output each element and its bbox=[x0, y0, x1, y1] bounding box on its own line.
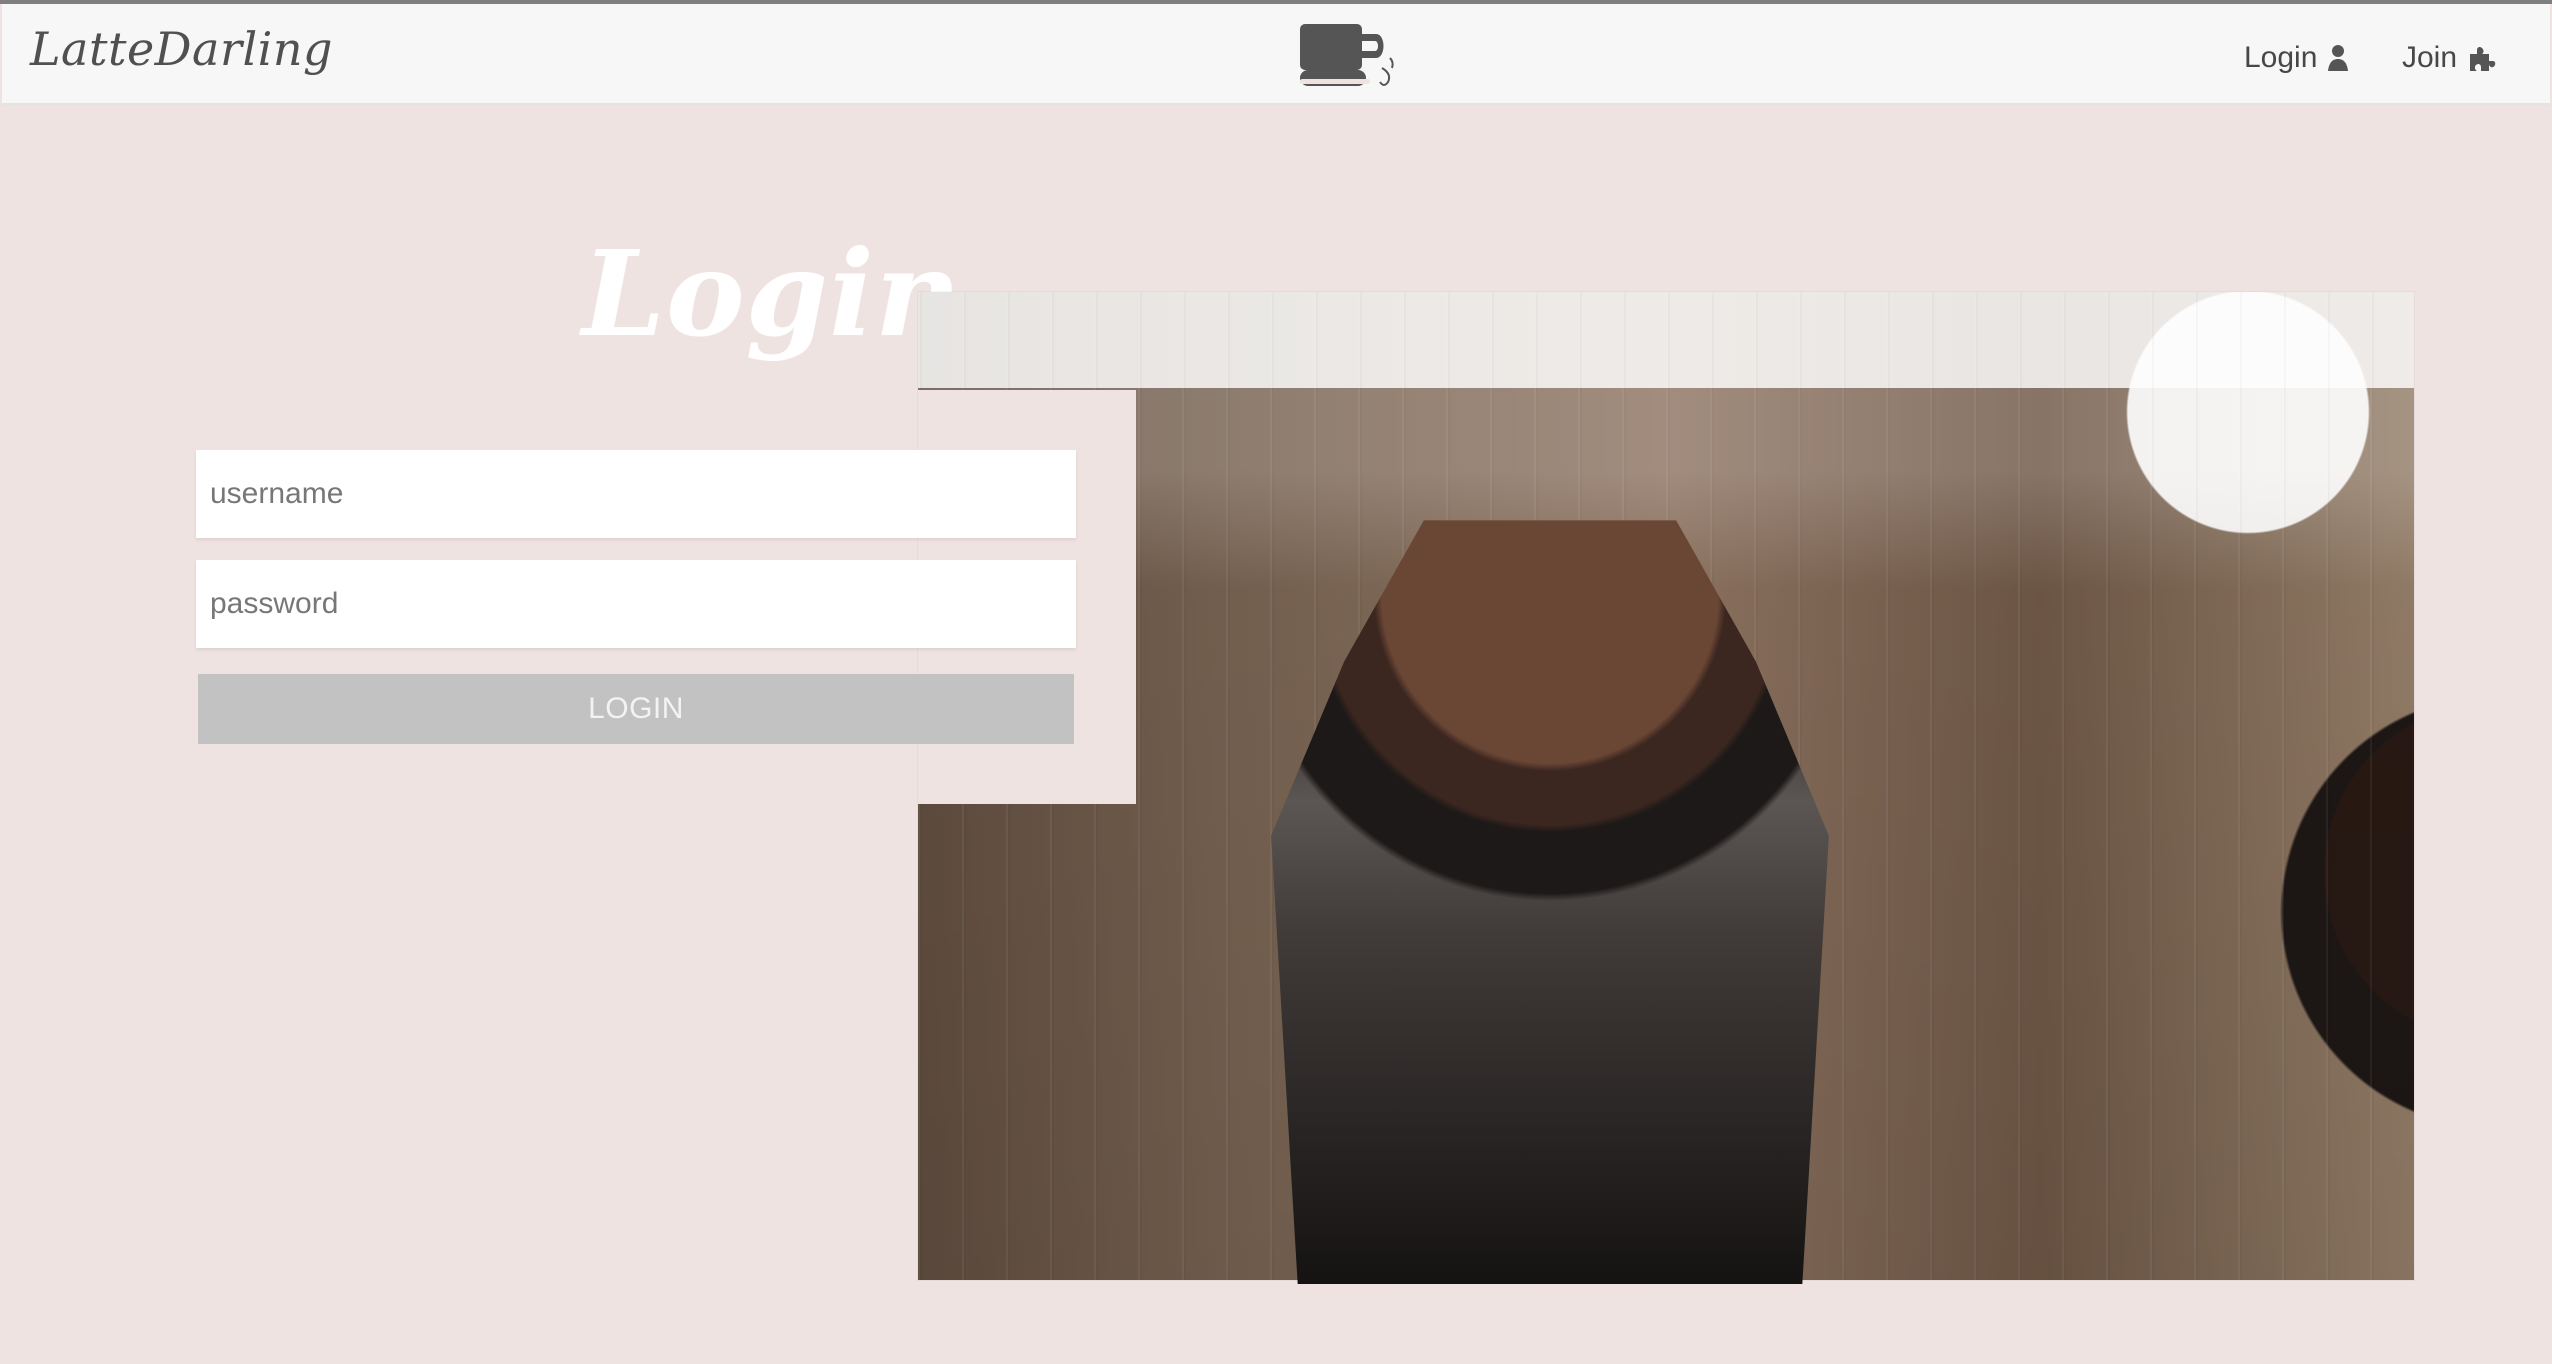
password-input[interactable] bbox=[196, 560, 1076, 648]
nav-join-link[interactable]: Join bbox=[2402, 41, 2497, 75]
nav-login-link[interactable]: Login bbox=[2244, 41, 2349, 75]
username-input[interactable] bbox=[196, 450, 1076, 538]
top-navigation-bar: LatteDarling Login Join bbox=[2, 4, 2550, 105]
nav-login-label: Login bbox=[2244, 41, 2318, 74]
puzzle-icon bbox=[2467, 43, 2497, 73]
page-title: Login bbox=[582, 224, 962, 364]
user-icon bbox=[2327, 43, 2349, 73]
brand-logo-text[interactable]: LatteDarling bbox=[30, 22, 333, 76]
nav-join-label: Join bbox=[2402, 41, 2458, 74]
coffee-cup-icon[interactable] bbox=[1300, 24, 1400, 92]
login-button[interactable]: LOGIN bbox=[198, 674, 1074, 744]
